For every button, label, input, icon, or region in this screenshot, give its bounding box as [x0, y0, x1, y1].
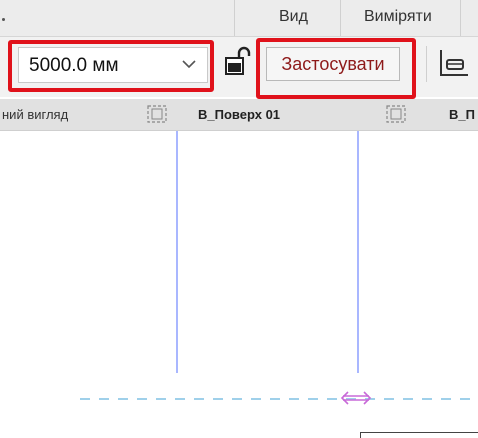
- highlight-apply-box: [256, 38, 416, 99]
- highlight-offset-box: [8, 40, 214, 92]
- view-label-left: ний вигляд: [2, 107, 69, 122]
- level-head-icon[interactable]: [386, 105, 406, 123]
- grid-line-right[interactable]: [357, 131, 359, 373]
- toolbar-separator: [426, 46, 427, 82]
- dashed-reference-line[interactable]: [80, 398, 478, 400]
- menu-separator: [460, 0, 461, 36]
- menu-separator: [234, 0, 235, 36]
- menu-bar: Вид Виміряти: [0, 0, 478, 37]
- level-name-label: В_Поверх 01: [198, 107, 281, 122]
- align-measure-icon[interactable]: [438, 48, 470, 78]
- element-corner-outline[interactable]: [360, 432, 478, 438]
- grid-line-left[interactable]: [176, 131, 178, 373]
- level-name-label-next: В_П: [449, 107, 475, 122]
- menu-item-measure[interactable]: Виміряти: [364, 8, 432, 26]
- unlock-icon[interactable]: [224, 46, 252, 78]
- double-arrow-icon[interactable]: [339, 390, 373, 406]
- menu-overflow-dot: [2, 18, 5, 21]
- level-head-icon[interactable]: [147, 105, 167, 123]
- menu-separator: [340, 0, 341, 36]
- menu-item-view[interactable]: Вид: [279, 8, 308, 26]
- view-header-bar: ний вигляд В_Поверх 01 В_П: [0, 99, 478, 131]
